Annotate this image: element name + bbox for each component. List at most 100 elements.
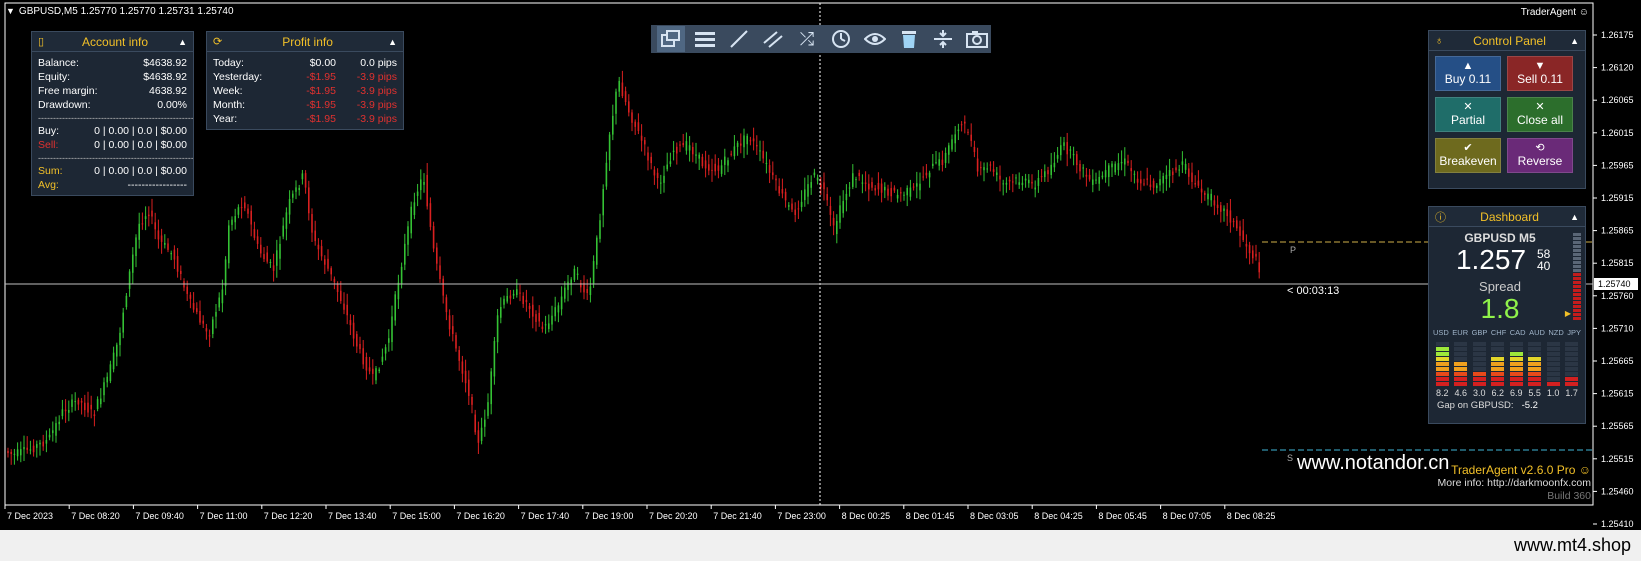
candle-body	[416, 191, 419, 196]
dropdown-triangle-icon[interactable]: ▼	[6, 6, 15, 16]
candle-body	[180, 270, 182, 274]
candle-body	[938, 159, 940, 166]
candle-body	[128, 271, 131, 289]
brand-top-text: TraderAgent	[1520, 7, 1576, 18]
meter-segment	[1573, 253, 1581, 256]
close-all-button[interactable]: ✕ Close all	[1507, 97, 1573, 132]
candle-body	[7, 450, 9, 454]
smiley-icon: ☺	[1578, 7, 1589, 18]
candle-body	[1245, 243, 1248, 247]
candle-body	[391, 316, 393, 343]
account-info-header[interactable]: ▯ Account info ▲	[32, 32, 193, 52]
candle-body	[720, 165, 723, 174]
reverse-button[interactable]: ⟲ Reverse	[1507, 138, 1573, 173]
control-panel-title: Control Panel	[1473, 33, 1546, 48]
candle-body	[842, 201, 844, 214]
strength-bar	[1528, 342, 1542, 386]
candle-body	[272, 265, 275, 271]
chart-area[interactable]: 1.26175 1.26120 1.26065 1.26015 1.25965 1.259…	[0, 0, 1641, 530]
candle-body	[186, 286, 188, 294]
meter-segment	[1573, 277, 1581, 280]
candle-body	[608, 134, 611, 161]
candle-body	[621, 82, 624, 97]
more-info-link[interactable]: More info: http://darkmoonfx.com	[1438, 477, 1591, 489]
strength-value: 3.0	[1472, 388, 1486, 398]
account-row: Drawdown: 0.00%	[32, 98, 193, 112]
eye-icon[interactable]	[861, 26, 889, 52]
candle-body	[647, 152, 649, 161]
y-tick-label: 1.25460	[1601, 486, 1634, 496]
dashboard-panel: ⓘ Dashboard ▲ GBPUSD M5 1.257 58 40 Spre…	[1428, 206, 1586, 424]
bar-segment	[1564, 372, 1578, 376]
profit-row-key: Year:	[213, 113, 238, 125]
candle-body	[826, 194, 828, 201]
profit-rows: Today: $0.00 0.0 pips Yesterday: -$1.95 -3.9…	[207, 52, 403, 126]
meter-segment	[1573, 241, 1581, 244]
trash-icon[interactable]	[895, 26, 923, 52]
candle-body	[429, 203, 432, 227]
account-row-key: Free margin:	[38, 85, 98, 97]
candle-body	[192, 303, 195, 310]
partial-button[interactable]: ✕ Partial	[1435, 97, 1501, 132]
channel-icon[interactable]	[759, 26, 787, 52]
candle-body	[493, 341, 496, 377]
build-label: Build 360	[1547, 490, 1591, 502]
currency-label: CAD	[1509, 328, 1526, 337]
candle-body	[1072, 153, 1075, 156]
candle-body	[189, 294, 192, 299]
separator: ----------------------------------------…	[38, 113, 193, 123]
profit-info-header[interactable]: ⟳ Profit info ▲	[207, 32, 403, 52]
candle-body	[698, 154, 700, 159]
strength-bar	[1509, 342, 1523, 386]
dashboard-header[interactable]: ⓘ Dashboard ▲	[1429, 207, 1585, 227]
buy-button[interactable]: ▲ Buy 0.11	[1435, 56, 1501, 91]
bar-segment	[1528, 382, 1542, 386]
camera-icon[interactable]	[963, 26, 991, 52]
profit-row: Week: -$1.95 -3.9 pips	[207, 84, 403, 98]
collapse-caret-icon[interactable]: ▲	[1570, 212, 1579, 222]
candle-body	[912, 186, 915, 188]
control-panel-header[interactable]: ♁ Control Panel ▲	[1429, 31, 1585, 51]
candle-body	[983, 167, 985, 171]
candle-body	[538, 312, 540, 322]
candle-body	[87, 402, 89, 413]
candle-body	[951, 139, 953, 150]
candle-body	[1232, 221, 1235, 223]
menu-icon[interactable]	[691, 26, 719, 52]
candle-body	[509, 295, 512, 299]
candle-body	[1194, 183, 1196, 185]
sum-row: Sum: 0 | 0.00 | 0.0 | $0.00	[32, 164, 193, 178]
candle-body	[292, 193, 294, 198]
candle-body	[730, 153, 732, 155]
shuffle-icon[interactable]: ⤮	[793, 26, 821, 52]
drawing-toolbar: ⤮	[651, 25, 991, 53]
candle-body	[490, 371, 492, 405]
candle-body	[343, 303, 345, 310]
candle-body	[1117, 163, 1120, 171]
candle-body	[1098, 176, 1100, 184]
candle-body	[144, 216, 147, 219]
split-icon[interactable]	[929, 26, 957, 52]
bar-segment	[1472, 357, 1486, 361]
collapse-caret-icon[interactable]: ▲	[178, 37, 187, 47]
candle-body	[724, 156, 726, 165]
profit-row-pips: -3.9 pips	[356, 71, 397, 83]
candle-body	[695, 154, 697, 156]
breakeven-button[interactable]: ✔ Breakeven	[1435, 138, 1501, 173]
bar-segment	[1454, 352, 1468, 356]
clock-icon[interactable]	[827, 26, 855, 52]
candle-body	[973, 146, 976, 153]
candle-body	[1197, 180, 1200, 186]
candle-body	[845, 193, 848, 201]
sell-button[interactable]: ▼ Sell 0.11	[1507, 56, 1573, 91]
collapse-caret-icon[interactable]: ▲	[388, 37, 397, 47]
candle-body	[794, 209, 796, 215]
info-icon: ⓘ	[1435, 211, 1446, 224]
windows-icon[interactable]	[657, 26, 685, 52]
collapse-caret-icon[interactable]: ▲	[1570, 36, 1579, 46]
trendline-icon[interactable]	[725, 26, 753, 52]
candle-body	[615, 91, 617, 114]
strength-bar	[1454, 342, 1468, 386]
candle-body	[106, 376, 108, 383]
bar-segment	[1436, 377, 1449, 381]
